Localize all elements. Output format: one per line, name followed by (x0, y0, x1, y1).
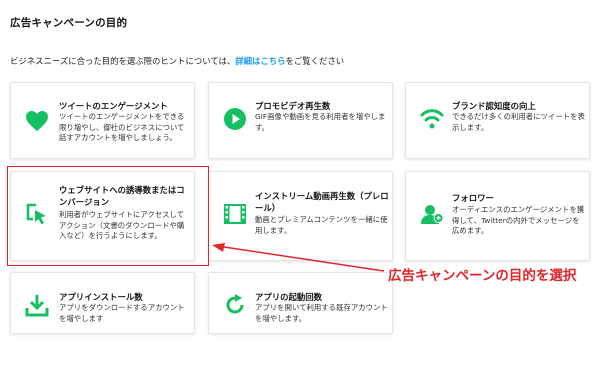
annotation-label: 広告キャンペーンの目的を選択 (388, 268, 577, 284)
annotation-arrow (212, 243, 385, 272)
